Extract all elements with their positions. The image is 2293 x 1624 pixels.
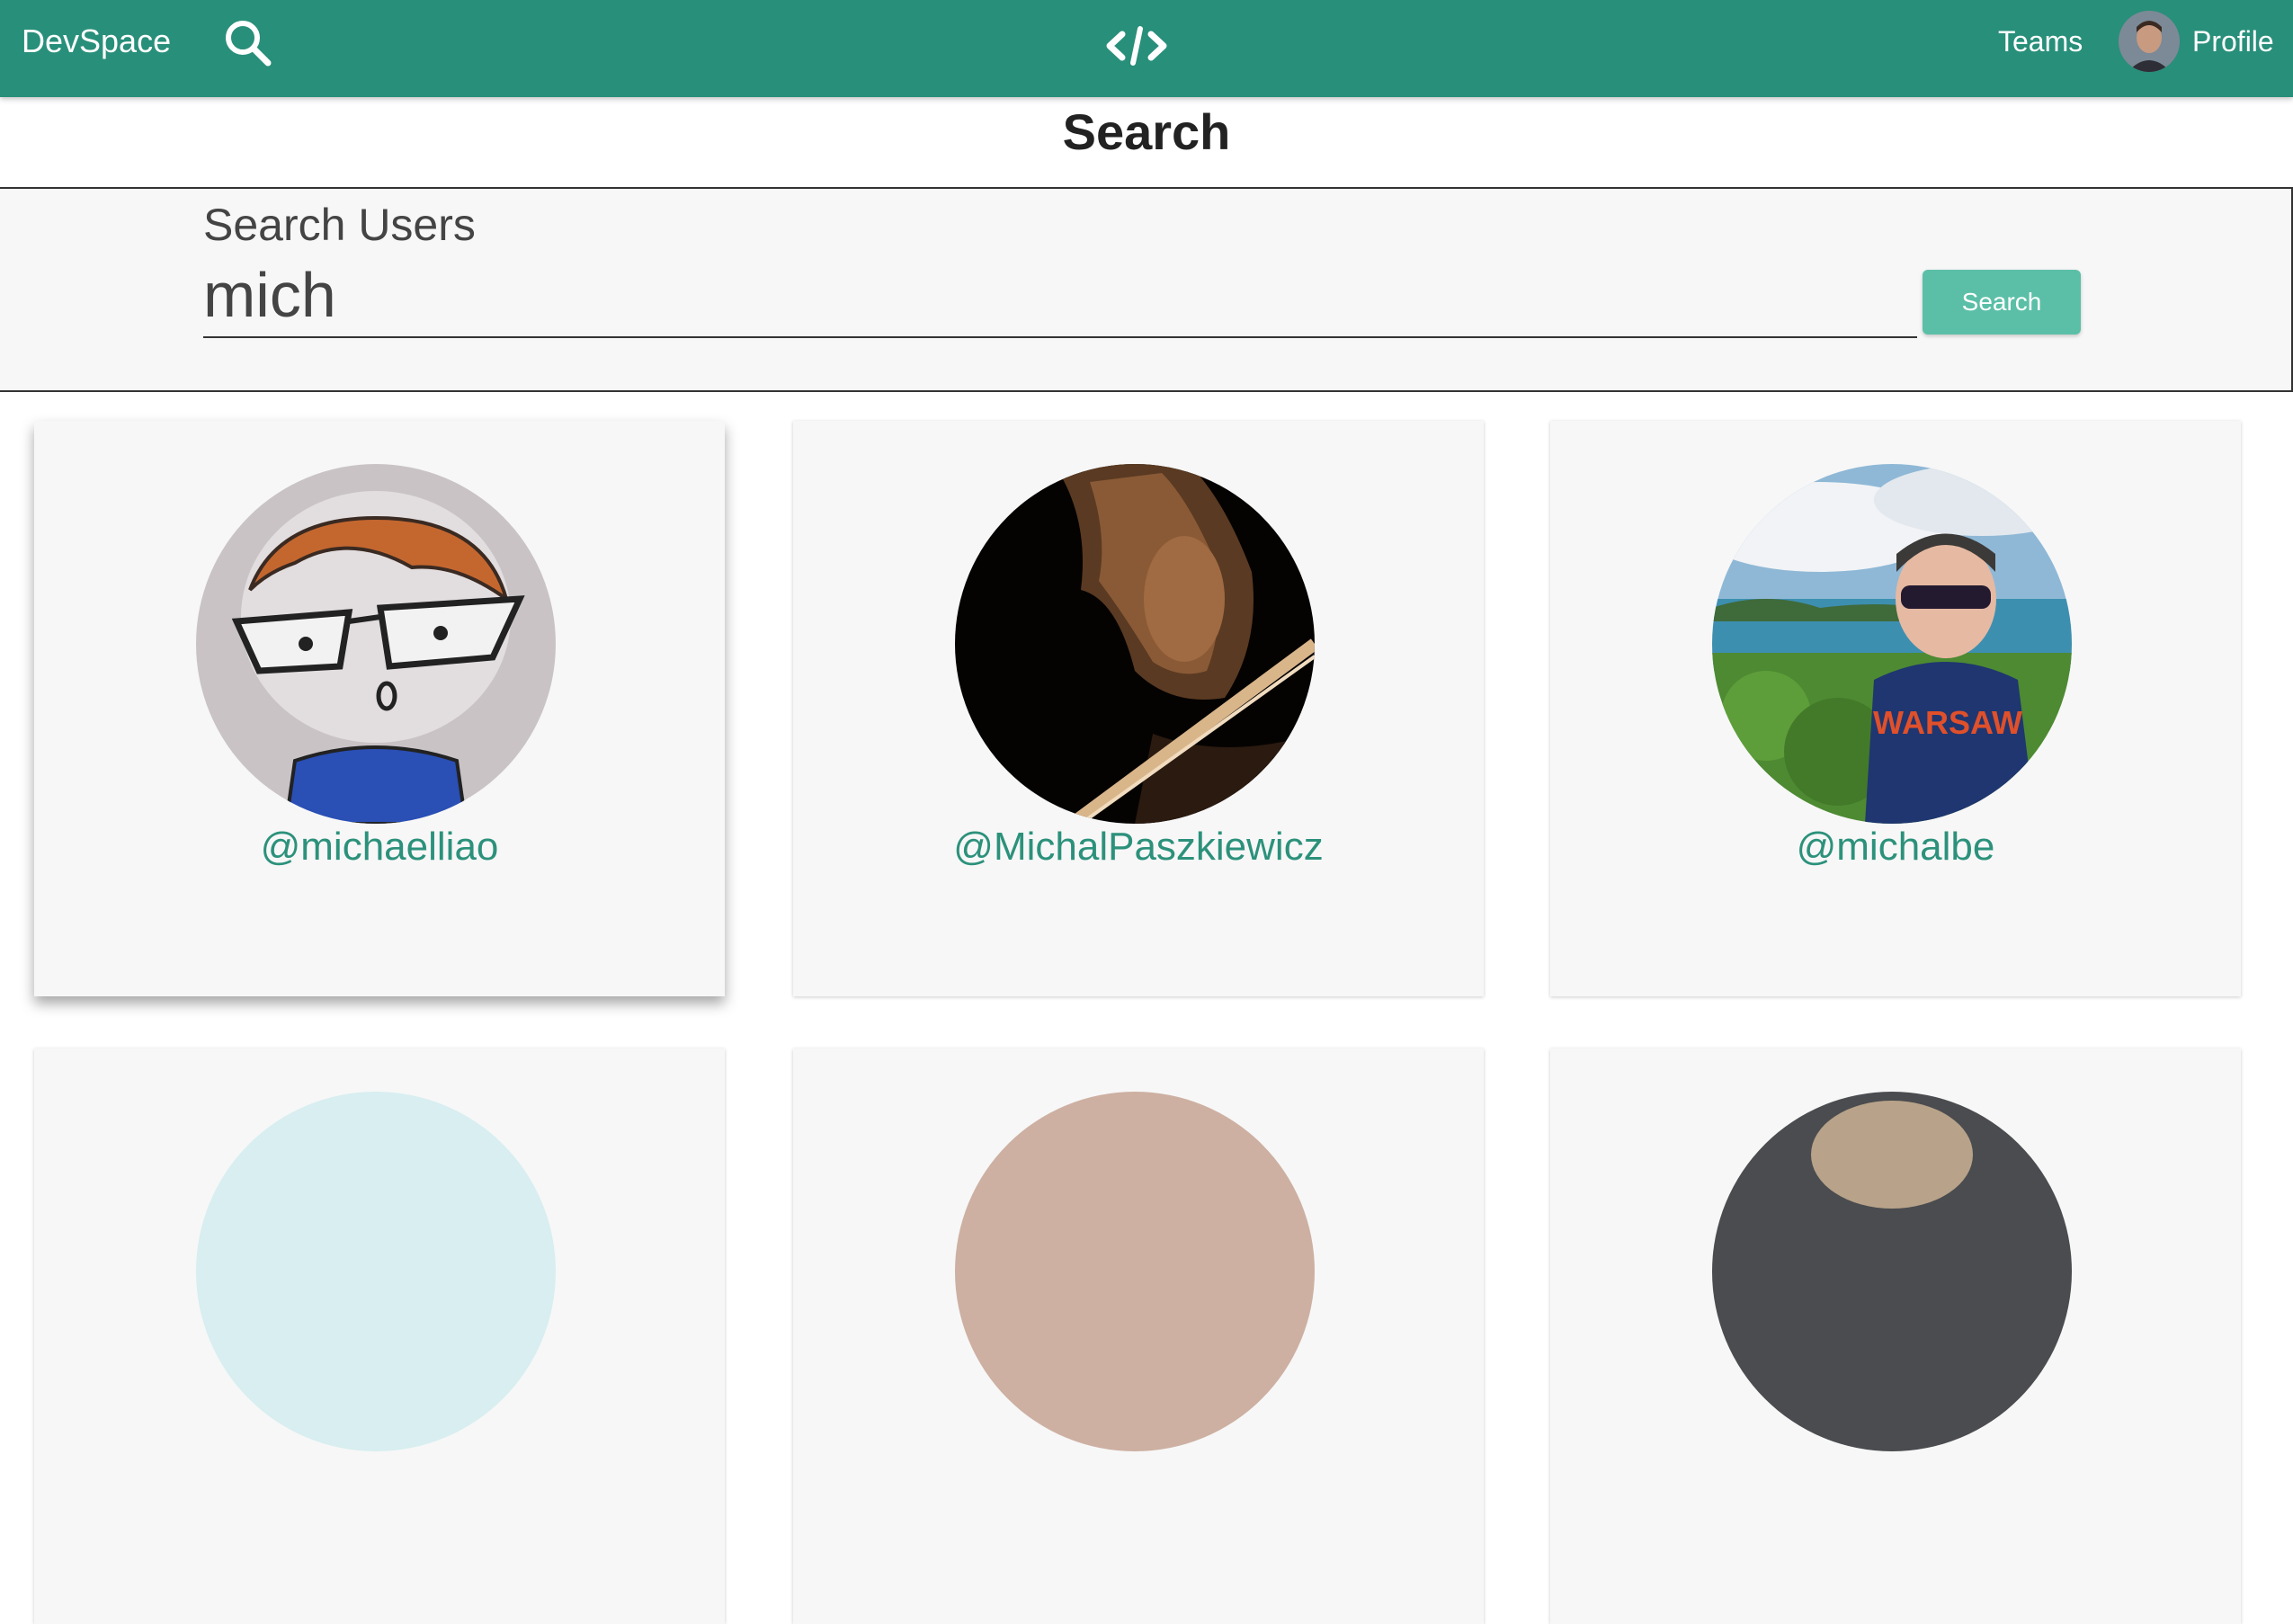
username-link[interactable]: @MichalPaszkiewicz: [793, 820, 1484, 874]
user-card-michalpaszkiewicz[interactable]: @MichalPaszkiewicz: [793, 421, 1484, 996]
username-link[interactable]: @michaelliao: [34, 820, 725, 874]
search-button[interactable]: Search: [1923, 270, 2081, 335]
partial-avatar: [1712, 1092, 2072, 1451]
svg-text:WARSAW: WARSAW: [1873, 704, 2022, 741]
cartoon-girl-with-glasses-avatar: [196, 464, 556, 824]
username-link[interactable]: @michalbe: [1550, 820, 2241, 874]
partial-avatar: [196, 1092, 556, 1451]
search-users-input[interactable]: [203, 254, 1917, 338]
man-by-coast-photo-avatar: WARSAW: [1712, 464, 2072, 824]
profile-avatar[interactable]: [2119, 11, 2180, 72]
top-navbar: DevSpace Teams Profile: [0, 0, 2293, 97]
page-title: Search: [1062, 103, 1231, 160]
nav-profile-link[interactable]: Profile: [2192, 20, 2274, 63]
search-icon[interactable]: [221, 16, 275, 70]
search-panel: Search Users Search: [0, 187, 2293, 392]
nav-teams-link[interactable]: Teams: [1998, 20, 2083, 63]
partial-avatar: [955, 1092, 1315, 1451]
violinist-photo-avatar: [955, 464, 1315, 824]
user-card-partial[interactable]: [793, 1048, 1484, 1624]
user-card-michalbe[interactable]: WARSAW @michalbe: [1550, 421, 2241, 996]
brand-logo-text[interactable]: DevSpace: [22, 20, 171, 63]
search-users-label: Search Users: [203, 200, 476, 250]
user-card-michaelliao[interactable]: @michaelliao: [34, 421, 725, 996]
code-brackets-icon[interactable]: [1104, 23, 1169, 68]
user-card-partial[interactable]: [1550, 1048, 2241, 1624]
user-card-partial[interactable]: [34, 1048, 725, 1624]
